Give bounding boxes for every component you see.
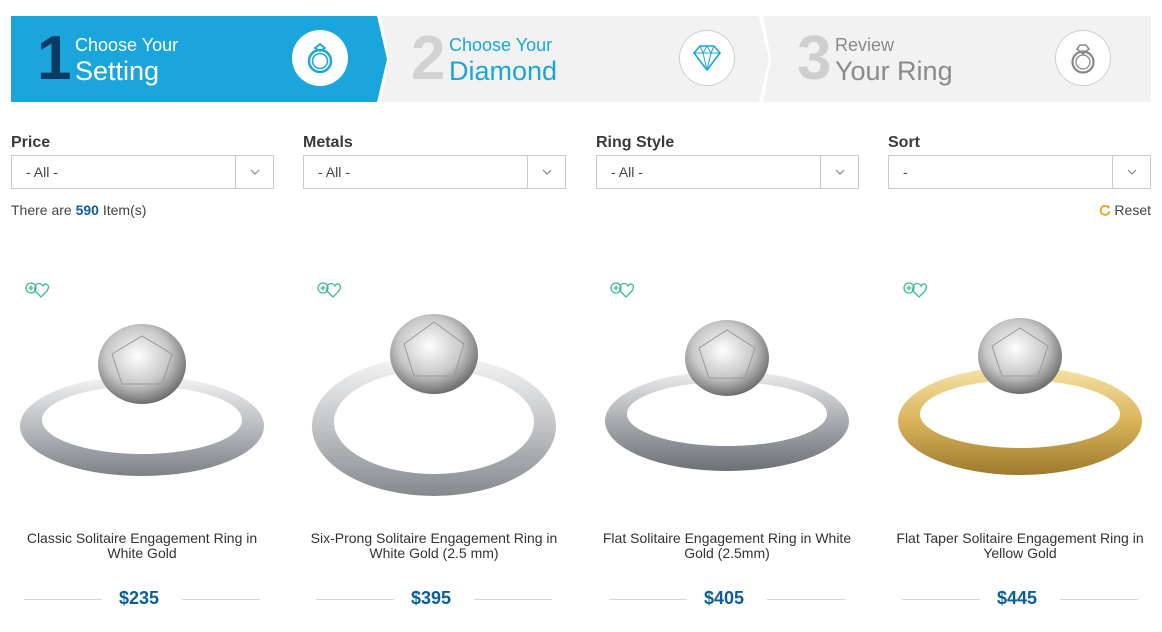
filter-label: Price xyxy=(11,134,51,151)
ring-icon xyxy=(292,30,348,86)
filter-ring-style: Ring Style - All - xyxy=(596,133,859,189)
checkout-steps: 1 Choose Your Setting 2 Choose Your Diam… xyxy=(11,16,1151,102)
product-price: $405 xyxy=(703,588,745,608)
price-row: $235 xyxy=(20,586,260,610)
product-card[interactable]: Flat Solitaire Engagement Ring in White … xyxy=(593,276,861,616)
step-title-line2: Diamond xyxy=(449,56,558,86)
diamond-icon xyxy=(679,30,735,86)
product-image[interactable] xyxy=(890,306,1150,506)
product-name[interactable]: Six-Prong Solitaire Engagement Ring in W… xyxy=(300,531,568,561)
step-choose-diamond[interactable]: 2 Choose Your Diamond xyxy=(381,16,771,102)
product-name[interactable]: Classic Solitaire Engagement Ring in Whi… xyxy=(8,531,276,561)
divider-line xyxy=(182,599,260,600)
product-card[interactable]: Flat Taper Solitaire Engagement Ring in … xyxy=(886,276,1154,616)
step-choose-setting[interactable]: 1 Choose Your Setting xyxy=(11,16,389,102)
product-card[interactable]: Classic Solitaire Engagement Ring in Whi… xyxy=(8,276,276,616)
chevron-down-icon[interactable] xyxy=(1113,156,1150,188)
product-price: $235 xyxy=(118,588,160,608)
product-image[interactable] xyxy=(304,306,564,506)
wishlist-heart-icon[interactable] xyxy=(315,280,343,307)
product-price: $395 xyxy=(410,588,452,608)
price-select[interactable]: - All - xyxy=(11,155,274,189)
results-prefix: There are xyxy=(11,202,72,218)
reset-label: Reset xyxy=(1114,202,1151,218)
step-title-line1: Choose Your xyxy=(75,35,179,55)
step-number: 1 xyxy=(37,24,72,93)
divider-line xyxy=(1060,599,1138,600)
product-card[interactable]: Six-Prong Solitaire Engagement Ring in W… xyxy=(300,276,568,616)
divider-line xyxy=(767,599,845,600)
select-value: - All - xyxy=(611,164,643,180)
product-image[interactable] xyxy=(597,306,857,506)
step-title-line1: Choose Your xyxy=(449,35,553,55)
filter-label: Sort xyxy=(888,134,920,151)
step-number: 2 xyxy=(411,24,446,93)
filter-metals: Metals - All - xyxy=(303,133,566,189)
chevron-down-icon[interactable] xyxy=(528,156,565,188)
wishlist-heart-icon[interactable] xyxy=(23,280,51,307)
filter-label: Metals xyxy=(303,134,353,151)
step-title-line2: Setting xyxy=(75,56,160,86)
product-image[interactable] xyxy=(12,306,272,506)
price-row: $395 xyxy=(312,586,552,610)
price-row: $445 xyxy=(898,586,1138,610)
divider-line xyxy=(474,599,552,600)
filter-price: Price - All - xyxy=(11,133,274,189)
results-count: There are 590 Item(s) xyxy=(11,202,146,218)
chevron-down-icon[interactable] xyxy=(236,156,273,188)
select-value: - All - xyxy=(26,164,58,180)
filter-sort: Sort - xyxy=(888,133,1151,189)
product-price: $445 xyxy=(996,588,1038,608)
step-review-ring[interactable]: 3 Review Your Ring xyxy=(763,16,1151,102)
wishlist-heart-icon[interactable] xyxy=(608,280,636,307)
product-name[interactable]: Flat Taper Solitaire Engagement Ring in … xyxy=(886,531,1154,561)
select-value: - All - xyxy=(318,164,350,180)
engagement-ring-icon xyxy=(1055,30,1111,86)
chevron-down-icon[interactable] xyxy=(821,156,858,188)
sort-select[interactable]: - xyxy=(888,155,1151,189)
step-number: 3 xyxy=(797,24,832,93)
reset-button[interactable]: Reset xyxy=(1099,202,1151,218)
price-row: $405 xyxy=(605,586,845,610)
step-title-line2: Your Ring xyxy=(835,56,953,86)
metals-select[interactable]: - All - xyxy=(303,155,566,189)
filter-label: Ring Style xyxy=(596,134,675,151)
refresh-icon xyxy=(1100,204,1111,216)
select-value: - xyxy=(903,164,908,180)
step-title-line1: Review xyxy=(835,35,895,55)
results-suffix: Item(s) xyxy=(102,202,147,218)
product-name[interactable]: Flat Solitaire Engagement Ring in White … xyxy=(593,531,861,561)
wishlist-heart-icon[interactable] xyxy=(901,280,929,307)
results-number: 590 xyxy=(75,202,99,218)
ring-style-select[interactable]: - All - xyxy=(596,155,859,189)
